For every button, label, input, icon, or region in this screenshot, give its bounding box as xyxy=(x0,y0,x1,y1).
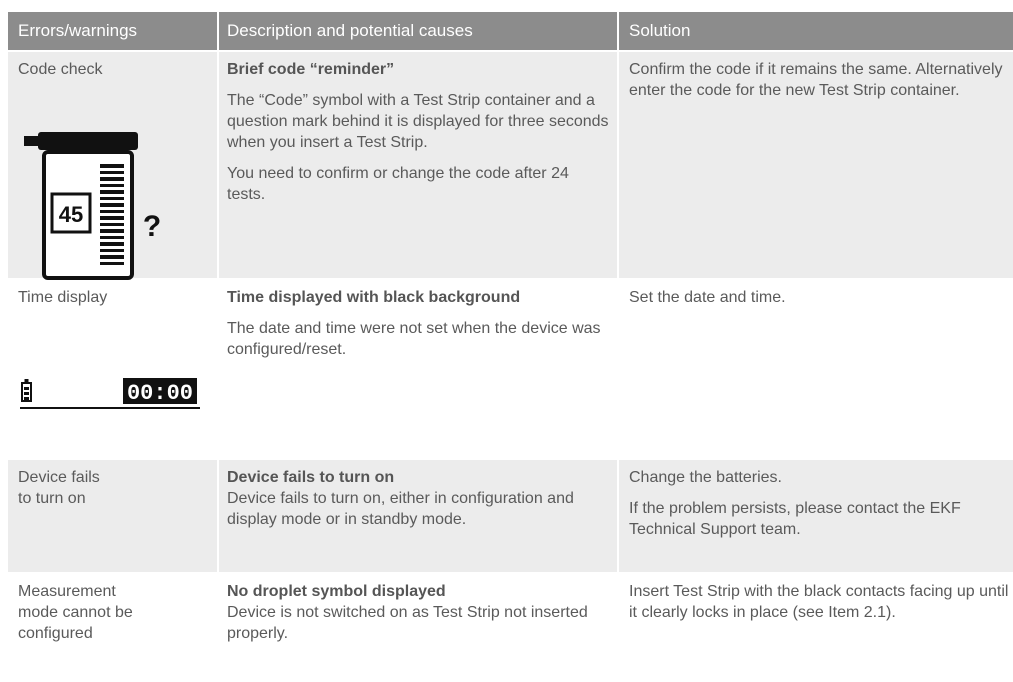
error-label: Measurement xyxy=(18,583,116,600)
header-errors-warnings: Errors/warnings xyxy=(8,12,217,50)
table-row-measurement-mode: Measurement mode cannot be configured No… xyxy=(8,574,1013,682)
solution-text: Set the date and time. xyxy=(629,289,786,306)
solution-text: Change the batteries. xyxy=(629,469,782,486)
solution-text: If the problem persists, please contact … xyxy=(629,500,961,538)
solution-cell: Set the date and time. xyxy=(619,280,1013,458)
description-cell: Time displayed with black background The… xyxy=(219,280,617,458)
time-value: 00:00 xyxy=(127,381,193,406)
description-text: Device fails to turn on, either in confi… xyxy=(227,490,574,528)
question-mark-symbol: ? xyxy=(143,210,161,243)
description-title: Device fails to turn on xyxy=(227,469,395,486)
table-header: Errors/warnings Description and potentia… xyxy=(8,12,1013,50)
description-title: No droplet symbol displayed xyxy=(227,583,446,600)
description-text: The “Code” symbol with a Test Strip cont… xyxy=(227,92,609,151)
description-title: Time displayed with black background xyxy=(227,289,521,306)
description-text: You need to confirm or change the code a… xyxy=(227,165,569,203)
solution-cell: Insert Test Strip with the black contact… xyxy=(619,574,1013,682)
error-cell: Code check 45 ? xyxy=(8,52,217,280)
description-cell: Device fails to turn on Device fails to … xyxy=(219,460,617,572)
error-label: Time display xyxy=(18,289,108,306)
header-description: Description and potential causes xyxy=(219,12,617,50)
description-title: Brief code “reminder” xyxy=(227,61,395,78)
code-value: 45 xyxy=(59,202,83,227)
test-strip-container-code-icon: 45 ? xyxy=(24,132,161,280)
error-label: Device fails xyxy=(18,469,100,486)
description-cell: Brief code “reminder” The “Code” symbol … xyxy=(219,52,617,278)
description-text: The date and time were not set when the … xyxy=(227,320,601,358)
error-cell: Measurement mode cannot be configured xyxy=(8,574,217,682)
error-label: configured xyxy=(18,625,93,642)
solution-cell: Change the batteries. If the problem per… xyxy=(619,460,1013,572)
table-row-code-check: Code check 45 ? Brief code “reminder” Th… xyxy=(8,52,1013,280)
solution-text: Insert Test Strip with the black contact… xyxy=(629,583,1009,621)
description-text: Device is not switched on as Test Strip … xyxy=(227,604,588,642)
table-row-time-display: Time display 00:00 Time displayed with b… xyxy=(8,280,1013,458)
header-solution: Solution xyxy=(619,12,1013,50)
error-label: mode cannot be xyxy=(18,604,133,621)
error-label: to turn on xyxy=(18,490,86,507)
table-row-device-fails: Device fails to turn on Device fails to … xyxy=(8,460,1013,572)
error-cell: Device fails to turn on xyxy=(8,460,217,572)
solution-text: Confirm the code if it remains the same.… xyxy=(629,61,1003,99)
battery-time-display-icon: 00:00 xyxy=(20,378,200,409)
error-label: Code check xyxy=(18,61,103,78)
description-cell: No droplet symbol displayed Device is no… xyxy=(219,574,617,682)
solution-cell: Confirm the code if it remains the same.… xyxy=(619,52,1013,278)
error-cell: Time display 00:00 xyxy=(8,280,217,458)
